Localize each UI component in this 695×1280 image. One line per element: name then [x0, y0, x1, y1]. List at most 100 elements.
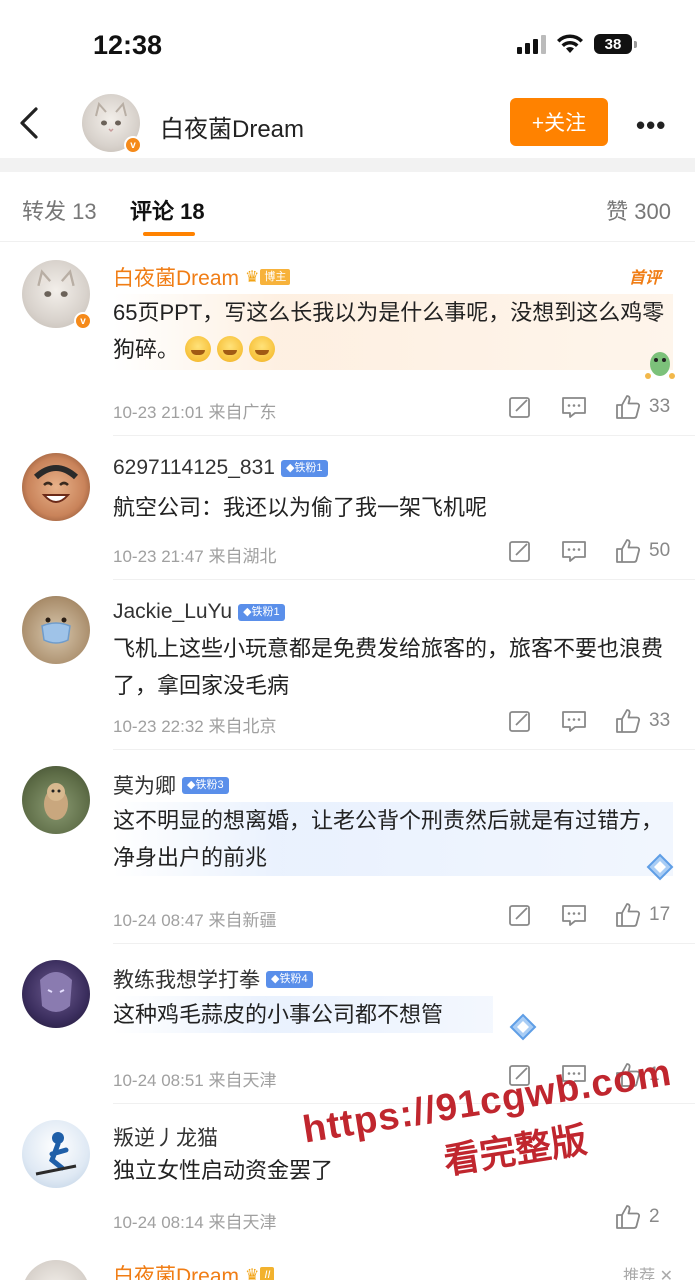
laugh-cry-emoji-icon [217, 336, 244, 362]
commenter-name[interactable]: 6297114125_831 ◆铁粉1 [113, 456, 328, 480]
comment-meta: 10-23 22:32 来自北京 [113, 717, 277, 736]
commenter-avatar[interactable] [22, 1120, 90, 1188]
comment-text: 这种鸡毛蒜皮的小事公司都不想管 [113, 996, 494, 1033]
battery-icon: 38 [594, 34, 637, 54]
like-count: 2 [649, 1206, 660, 1227]
like-count: 50 [649, 540, 671, 561]
like-count: 33 [649, 396, 671, 417]
nav-bar: v 白夜菌Dream +关注 ••• [0, 88, 695, 158]
first-comment-tag: 首评 [628, 270, 661, 287]
verified-v-icon: v [74, 312, 92, 330]
comment-item: 莫为卿 ◆铁粉3 这不明显的想离婚，让老公背个刑责然后就是有过错方，净身出户的前… [0, 750, 695, 944]
author-avatar[interactable]: v [82, 94, 142, 154]
signal-icon [517, 34, 546, 54]
tab-repost[interactable]: 转发 13 [22, 194, 97, 226]
tab-comments[interactable]: 评论 18 [130, 194, 205, 226]
repost-icon[interactable] [507, 538, 533, 564]
comment-actions: 33 [479, 708, 673, 734]
laugh-cry-emoji-icon [249, 336, 276, 362]
comment-meta: 10-23 21:01 来自广东 [113, 403, 277, 422]
repost-icon[interactable] [507, 394, 533, 420]
smiling-man-avatar-icon [33, 465, 79, 503]
crown-icon: ♛ [245, 1267, 260, 1280]
like-icon[interactable] [615, 538, 641, 564]
repost-icon[interactable] [507, 708, 533, 734]
comment-text: 飞机上这些小玩意都是免费发给旅客的，旅客不要也浪费了，拿回家没毛病 [113, 636, 664, 698]
diamond-icon [509, 1013, 537, 1041]
author-name[interactable]: 白夜菌Dream [160, 109, 304, 144]
commenter-name[interactable]: Jackie_LuYu ◆铁粉1 [113, 600, 285, 624]
repost-icon[interactable] [507, 902, 533, 928]
chipmunk-avatar-icon [44, 783, 68, 820]
diamond-icon [646, 853, 674, 881]
commenter-name[interactable]: 白夜菌Dream ♛ II [113, 1260, 275, 1280]
tab-bar: 转发 13 评论 18 赞 300 [0, 172, 695, 242]
comment-actions: 17 [479, 902, 673, 928]
comment-item: v 白夜菌Dream ♛ 博主 首评 65页PPT，写这么长我以为是什么事呢，没… [0, 242, 695, 436]
skier-avatar-icon [35, 1132, 77, 1176]
crown-icon: ♛ [245, 269, 260, 286]
comment-actions: 33 [479, 394, 673, 420]
comment-item: Jackie_LuYu ◆铁粉1 飞机上这些小玩意都是免费发给旅客的，旅客不要也… [0, 580, 695, 750]
comment-meta: 10-24 08:51 来自天津 [113, 1071, 277, 1090]
commenter-avatar[interactable]: v [22, 260, 92, 330]
tab-likes[interactable]: 赞 300 [606, 194, 671, 226]
comment-icon[interactable] [561, 708, 587, 734]
commenter-name[interactable]: 叛逆丿龙猫 [113, 1122, 218, 1152]
commenter-avatar[interactable] [22, 766, 90, 834]
status-time: 12:38 [93, 30, 163, 60]
verified-v-icon: v [124, 136, 142, 154]
comment-actions: 50 [479, 538, 673, 564]
commenter-avatar[interactable] [22, 1260, 90, 1280]
fan-badge: ◆铁粉4 [266, 970, 313, 988]
wifi-icon [557, 34, 583, 53]
comment-item: 白夜菌Dream ♛ II [0, 1254, 695, 1280]
like-count: 17 [649, 904, 671, 925]
comment-meta: 10-24 08:14 来自天津 [113, 1213, 277, 1232]
status-bar: 12:38 38 [0, 0, 695, 88]
commenter-name-text: 叛逆丿龙猫 [113, 1127, 218, 1150]
like-count: 33 [649, 710, 671, 731]
back-icon[interactable] [16, 106, 44, 140]
commenter-name[interactable]: 白夜菌Dream ♛ 博主 [113, 262, 291, 292]
masked-animal-avatar-icon [41, 617, 71, 644]
commenter-name[interactable]: 教练我想学打拳 ◆铁粉4 [113, 964, 313, 994]
blogger-badge: ♛ 博主 [245, 268, 291, 286]
fan-badge: ◆铁粉1 [238, 603, 285, 621]
comment-item: 6297114125_831 ◆铁粉1 航空公司：我还以为偷了我一架飞机呢 10… [0, 436, 695, 580]
comment-icon[interactable] [561, 902, 587, 928]
more-icon[interactable]: ••• [636, 110, 666, 141]
commenter-name[interactable]: 莫为卿 ◆铁粉3 [113, 770, 229, 800]
follow-button[interactable]: +关注 [510, 98, 608, 146]
rank-tag: II [260, 1267, 275, 1280]
commenter-avatar[interactable] [22, 596, 90, 664]
comment-text: 这不明显的想离婚，让老公背个刑责然后就是有过错方，净身出户的前兆 [113, 802, 673, 876]
rank-badge: ♛ II [245, 1266, 275, 1280]
battery-level: 38 [594, 34, 632, 54]
laugh-cry-emoji-icon [185, 336, 212, 362]
like-icon[interactable] [615, 708, 641, 734]
comment-icon[interactable] [561, 538, 587, 564]
like-icon[interactable] [615, 902, 641, 928]
comment-actions: 2 [587, 1204, 673, 1230]
commenter-name-text: 莫为卿 [113, 775, 176, 798]
status-icons: 38 [517, 34, 637, 54]
decoration-icon [645, 352, 675, 379]
commenter-avatar[interactable] [22, 960, 90, 1028]
fan-badge: ◆铁粉3 [182, 776, 229, 794]
commenter-name-text: 白夜菌Dream [113, 267, 240, 290]
active-tab-indicator [143, 232, 195, 236]
blogger-tag: 博主 [260, 269, 291, 285]
fan-badge: ◆铁粉1 [280, 459, 328, 477]
commenter-name-text: 教练我想学打拳 [113, 969, 260, 992]
like-icon[interactable] [615, 394, 641, 420]
comment-text: 航空公司：我还以为偷了我一架飞机呢 [113, 495, 488, 520]
comment-meta: 10-24 08:47 来自新疆 [113, 911, 277, 930]
commenter-name-text: Jackie_LuYu [113, 600, 233, 623]
section-divider [0, 158, 695, 172]
commenter-avatar[interactable] [22, 453, 90, 521]
recommend-close[interactable]: 推荐 ✕ [623, 1262, 673, 1280]
comment-icon[interactable] [561, 394, 587, 420]
comment-meta: 10-23 21:47 来自湖北 [113, 547, 277, 566]
like-icon[interactable] [615, 1204, 641, 1230]
